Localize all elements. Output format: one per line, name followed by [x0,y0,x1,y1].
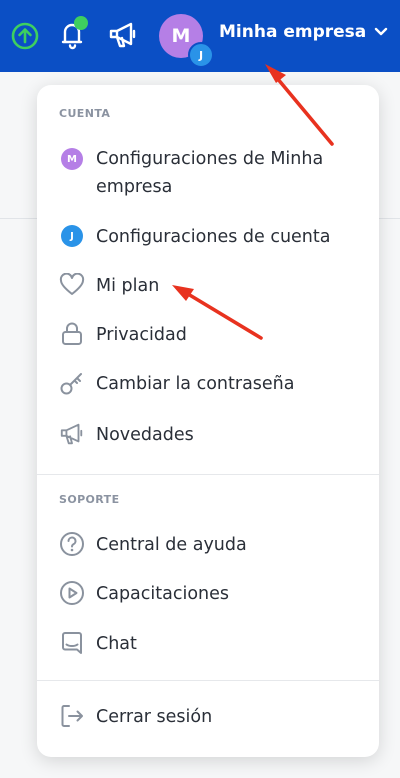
megaphone-icon [59,421,85,447]
menu-item-label: Chat [96,634,137,654]
chat-icon [59,630,85,656]
menu-divider [37,680,379,681]
company-avatar-icon: M [59,146,85,172]
user-avatar-icon: J [59,223,85,249]
chevron-down-icon [375,27,388,36]
menu-item-label: Central de ayuda [96,535,247,555]
play-circle-icon [59,580,85,606]
company-switcher[interactable]: Minha empresa [219,22,388,42]
menu-item-label: Cambiar la contraseña [96,374,295,394]
menu-divider [37,474,379,475]
account-avatar[interactable]: M J [159,14,214,68]
help-circle-icon [59,531,85,557]
menu-item-news[interactable]: Novedades [59,421,359,449]
bell-icon[interactable] [57,14,91,50]
menu-item-help-center[interactable]: Central de ayuda [59,531,359,559]
menu-item-trainings[interactable]: Capacitaciones [59,580,359,608]
avatar-user-badge: J [188,42,214,68]
account-dropdown-menu: CUENTA M Configuraciones de Minha empres… [37,85,379,757]
menu-item-company-settings[interactable]: M Configuraciones de Minha empresa [59,145,359,201]
key-icon [59,370,85,396]
lock-icon [59,321,85,347]
menu-item-logout[interactable]: Cerrar sesión [59,703,359,731]
arrow-up-circle-icon[interactable] [11,22,39,50]
top-bar: M J Minha empresa [0,0,400,72]
menu-item-chat[interactable]: Chat [59,630,359,658]
company-name: Minha empresa [219,22,367,42]
menu-item-label: Privacidad [96,325,187,345]
menu-item-label: Capacitaciones [96,584,230,604]
menu-item-my-plan[interactable]: Mi plan [59,272,359,300]
menu-item-label: Configuraciones de Minha empresa [96,149,324,197]
section-title-support: SOPORTE [59,493,120,506]
menu-item-label: Mi plan [96,276,160,296]
menu-item-label: Configuraciones de cuenta [96,227,331,247]
menu-item-label: Cerrar sesión [96,707,213,727]
megaphone-icon[interactable] [107,20,139,50]
menu-item-privacy[interactable]: Privacidad [59,321,359,349]
logout-icon [59,703,85,729]
section-title-account: CUENTA [59,107,111,120]
menu-item-change-password[interactable]: Cambiar la contraseña [59,370,359,398]
heart-icon [59,272,85,298]
menu-item-account-settings[interactable]: J Configuraciones de cuenta [59,223,359,251]
menu-item-label: Novedades [96,425,194,445]
